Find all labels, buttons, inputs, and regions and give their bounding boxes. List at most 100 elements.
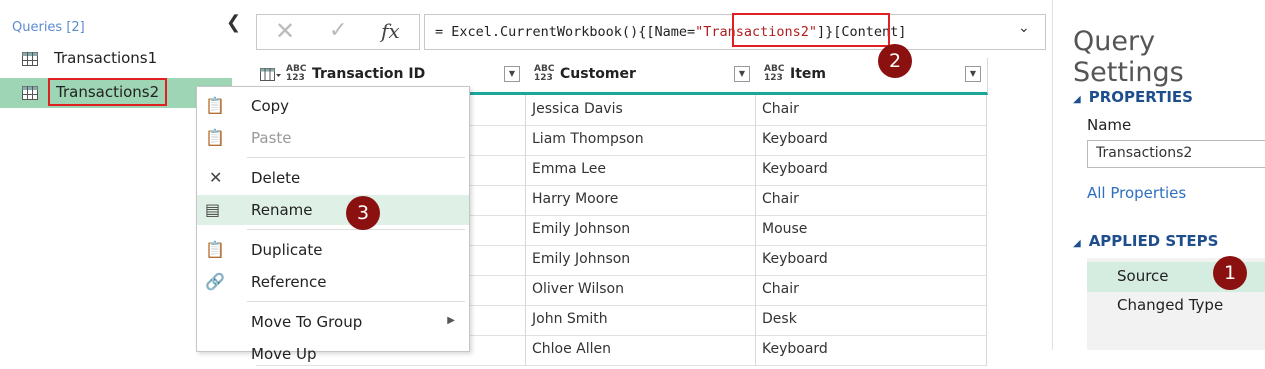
filter-dropdown-icon[interactable]: ▼ [504, 66, 520, 82]
query-item-label: Transactions2 [48, 78, 168, 106]
cell-value: Keyboard [762, 341, 828, 357]
cell-value: Chair [762, 191, 799, 207]
collapse-triangle-icon: ◢ [1073, 94, 1081, 105]
column-header-label: Transaction ID [312, 66, 426, 82]
menu-item-label: Duplicate [251, 241, 323, 259]
all-properties-link[interactable]: All Properties [1087, 184, 1186, 202]
cell-value: Keyboard [762, 251, 828, 267]
table-cell[interactable]: Harry Moore [526, 185, 756, 216]
applied-steps-header[interactable]: ◢ APPLIED STEPS [1073, 232, 1218, 250]
table-cell[interactable]: Keyboard [756, 155, 987, 186]
rename-icon: ▤ [205, 200, 221, 219]
column-header-customer[interactable]: ABC 123 Customer ▼ [526, 58, 757, 95]
query-item-label: Transactions1 [54, 49, 158, 67]
step-label: Source [1117, 267, 1169, 285]
menu-item-move-up[interactable]: Move Up [197, 339, 469, 369]
name-field[interactable]: Transactions2 [1087, 140, 1265, 168]
cell-value: Emily Johnson [532, 221, 631, 237]
table-cell[interactable]: Oliver Wilson [526, 275, 756, 306]
column-header-label: Customer [560, 66, 636, 82]
formula-prefix: = Excel.CurrentWorkbook(){[Name= [435, 24, 696, 40]
name-field-value: Transactions2 [1096, 145, 1193, 161]
table-icon [22, 86, 38, 100]
collapse-chevron-icon[interactable]: ❮ [226, 12, 241, 33]
fx-icon[interactable]: fx [381, 19, 400, 43]
cell-value: Jessica Davis [532, 101, 623, 117]
cell-value: Chloe Allen [532, 341, 612, 357]
reference-link-icon: 🔗 [205, 272, 225, 291]
copy-icon: 📋 [205, 96, 225, 115]
type-icon[interactable]: ABC 123 [534, 65, 554, 83]
query-settings-pane: Query Settings ◢ PROPERTIES Name Transact… [1052, 0, 1265, 350]
table-cell[interactable]: Emily Johnson [526, 215, 756, 246]
chevron-down-icon[interactable]: ⌄ [1018, 20, 1030, 36]
cell-value: John Smith [532, 311, 608, 327]
checkmark-icon[interactable]: ✓ [329, 18, 347, 43]
table-cell[interactable]: Chair [756, 95, 987, 126]
table-cell[interactable]: Mouse [756, 215, 987, 246]
table-cell[interactable]: Desk [756, 305, 987, 336]
menu-item-paste[interactable]: 📋 Paste [197, 123, 469, 153]
name-label: Name [1087, 116, 1132, 134]
paste-icon: 📋 [205, 128, 225, 147]
cell-value: Mouse [762, 221, 808, 237]
table-cell[interactable]: Keyboard [756, 335, 987, 366]
cell-value: Desk [762, 311, 797, 327]
menu-item-label: Delete [251, 169, 301, 187]
step-label: Changed Type [1117, 296, 1224, 314]
filter-dropdown-icon[interactable]: ▼ [734, 66, 750, 82]
table-cell[interactable]: Chair [756, 275, 987, 306]
menu-item-delete[interactable]: ✕ Delete [197, 163, 469, 193]
type-icon[interactable]: ABC 123 [764, 65, 784, 83]
cell-value: Keyboard [762, 131, 828, 147]
cancel-icon[interactable]: ✕ [275, 17, 295, 45]
section-label: PROPERTIES [1088, 88, 1193, 106]
cell-value: Oliver Wilson [532, 281, 624, 297]
table-cell[interactable]: Jessica Davis [526, 95, 756, 126]
table-cell[interactable]: Chloe Allen [526, 335, 756, 366]
table-cell[interactable]: Emma Lee [526, 155, 756, 186]
cell-value: Chair [762, 281, 799, 297]
type-icon[interactable]: ABC 123 [286, 65, 306, 83]
menu-item-label: Reference [251, 273, 327, 291]
delete-x-icon: ✕ [209, 168, 223, 187]
menu-item-duplicate[interactable]: 📋 Duplicate [197, 235, 469, 265]
formula-buttons: ✕ ✓ fx [256, 14, 420, 50]
table-cell[interactable]: Liam Thompson [526, 125, 756, 156]
cell-value: Keyboard [762, 161, 828, 177]
section-label: APPLIED STEPS [1088, 232, 1219, 250]
cell-value: Emma Lee [532, 161, 606, 177]
queries-header: Queries [2] [12, 20, 85, 35]
table-cell[interactable]: Keyboard [756, 125, 987, 156]
callout-1: 1 [1213, 256, 1247, 290]
menu-item-reference[interactable]: 🔗 Reference [197, 267, 469, 297]
step-changed-type[interactable]: Changed Type [1087, 294, 1265, 322]
cell-value: Emily Johnson [532, 251, 631, 267]
callout-2: 2 [878, 44, 912, 78]
query-item-transactions1[interactable]: Transactions1 [0, 44, 232, 74]
table-cell[interactable]: Emily Johnson [526, 245, 756, 276]
menu-item-rename[interactable]: ▤ Rename [197, 195, 469, 225]
duplicate-icon: 📋 [205, 240, 225, 259]
properties-header[interactable]: ◢ PROPERTIES [1073, 88, 1193, 106]
callout-3: 3 [346, 196, 380, 230]
menu-item-move-to-group[interactable]: Move To Group ▶ [197, 307, 469, 337]
cell-value: Chair [762, 101, 799, 117]
table-cell[interactable]: Chair [756, 185, 987, 216]
menu-separator [247, 301, 465, 302]
table-cell[interactable]: Keyboard [756, 245, 987, 276]
table-cell[interactable]: John Smith [526, 305, 756, 336]
collapse-triangle-icon: ◢ [1073, 238, 1081, 249]
menu-item-label: Paste [251, 129, 292, 147]
menu-item-label: Move Up [251, 345, 317, 363]
menu-item-label: Copy [251, 97, 290, 115]
name-highlight-box [732, 13, 890, 47]
table-menu-icon[interactable] [260, 68, 282, 82]
menu-item-copy[interactable]: 📋 Copy [197, 91, 469, 121]
cell-value: Liam Thompson [532, 131, 644, 147]
column-header-item[interactable]: ABC 123 Item ▼ [756, 58, 988, 95]
filter-dropdown-icon[interactable]: ▼ [965, 66, 981, 82]
context-menu: 📋 Copy 📋 Paste ✕ Delete ▤ Rename 📋 Dupli… [196, 86, 470, 363]
table-icon [22, 52, 38, 66]
column-header-label: Item [790, 66, 826, 82]
